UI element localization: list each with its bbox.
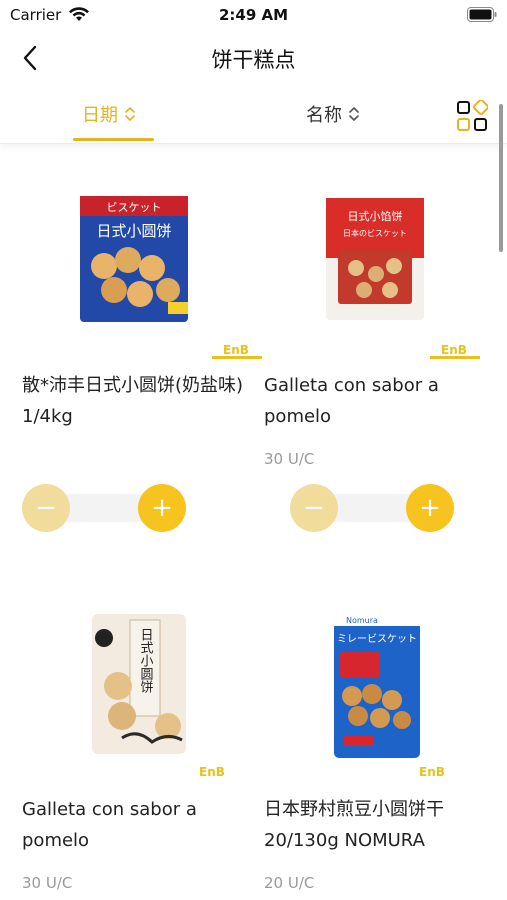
svg-text:日式小圆饼: 日式小圆饼 <box>138 628 154 694</box>
page-title: 饼干糕点 <box>211 48 296 72</box>
sort-date-label: 日期 <box>82 105 118 126</box>
svg-text:EnB: EnB <box>223 343 249 357</box>
product-card[interactable]: 日式小圆饼 EnB Galleta con sabor a pomelo 30 … <box>22 608 262 900</box>
svg-text:EnB: EnB <box>199 765 225 778</box>
svg-text:日本のビスケット: 日本のビスケット <box>343 228 407 238</box>
battery-icon <box>467 7 497 22</box>
product-card[interactable]: Nomura ミレービスケット EnB 日本野村煎豆小圆饼干20/130g NO… <box>264 608 504 900</box>
svg-text:EnB: EnB <box>441 343 467 357</box>
sort-arrows-icon <box>125 107 135 121</box>
product-image[interactable]: ビスケット 日式小圆饼 EnB <box>22 190 262 360</box>
sort-by-date-tab[interactable]: 日期 <box>82 100 136 128</box>
sort-by-name-tab[interactable]: 名称 <box>306 100 360 128</box>
sort-arrows-icon <box>349 107 359 121</box>
product-unit: 30 U/C <box>22 874 73 892</box>
nav-bar: 饼干糕点 <box>0 32 507 84</box>
svg-text:ミレービスケット: ミレービスケット <box>337 633 417 645</box>
active-tab-indicator <box>73 138 154 141</box>
product-name: Galleta con sabor a pomelo <box>22 799 197 851</box>
quantity-stepper: − + <box>22 484 186 532</box>
sort-name-label: 名称 <box>306 105 342 126</box>
grid-view-toggle-icon[interactable] <box>456 100 488 132</box>
svg-text:日式小圆饼: 日式小圆饼 <box>96 222 171 240</box>
svg-text:ビスケット: ビスケット <box>107 201 162 214</box>
product-image[interactable]: 日式小圆饼 EnB <box>22 608 262 778</box>
product-image[interactable]: 日式小馅饼 日本のビスケット EnB <box>264 190 504 360</box>
product-unit: 20 U/C <box>264 874 315 892</box>
product-name: 散*沛丰日式小圆饼(奶盐味) 1/4kg <box>22 375 244 427</box>
clock: 2:49 AM <box>218 6 289 24</box>
increase-quantity-button[interactable]: + <box>406 484 454 532</box>
status-bar: Carrier 2:49 AM <box>0 0 507 32</box>
quantity-stepper: − + <box>290 484 454 532</box>
product-card[interactable]: ビスケット 日式小圆饼 EnB 散*沛丰日式小圆饼(奶盐味) 1/4kg − + <box>22 190 262 535</box>
product-name: Galleta con sabor a pomelo <box>264 375 439 427</box>
product-card[interactable]: 日式小馅饼 日本のビスケット EnB Galleta con sabor a p… <box>264 190 504 535</box>
decrease-quantity-button[interactable]: − <box>22 484 70 532</box>
sort-bar: 日期 名称 <box>0 84 507 144</box>
product-unit: 30 U/C <box>264 450 315 468</box>
product-name: 日本野村煎豆小圆饼干20/130g NOMURA <box>264 799 444 851</box>
product-image[interactable]: Nomura ミレービスケット EnB <box>264 608 504 778</box>
svg-text:Nomura: Nomura <box>346 616 378 625</box>
svg-text:日式小馅饼: 日式小馅饼 <box>348 209 403 223</box>
increase-quantity-button[interactable]: + <box>138 484 186 532</box>
decrease-quantity-button[interactable]: − <box>290 484 338 532</box>
svg-text:EnB: EnB <box>419 765 445 778</box>
